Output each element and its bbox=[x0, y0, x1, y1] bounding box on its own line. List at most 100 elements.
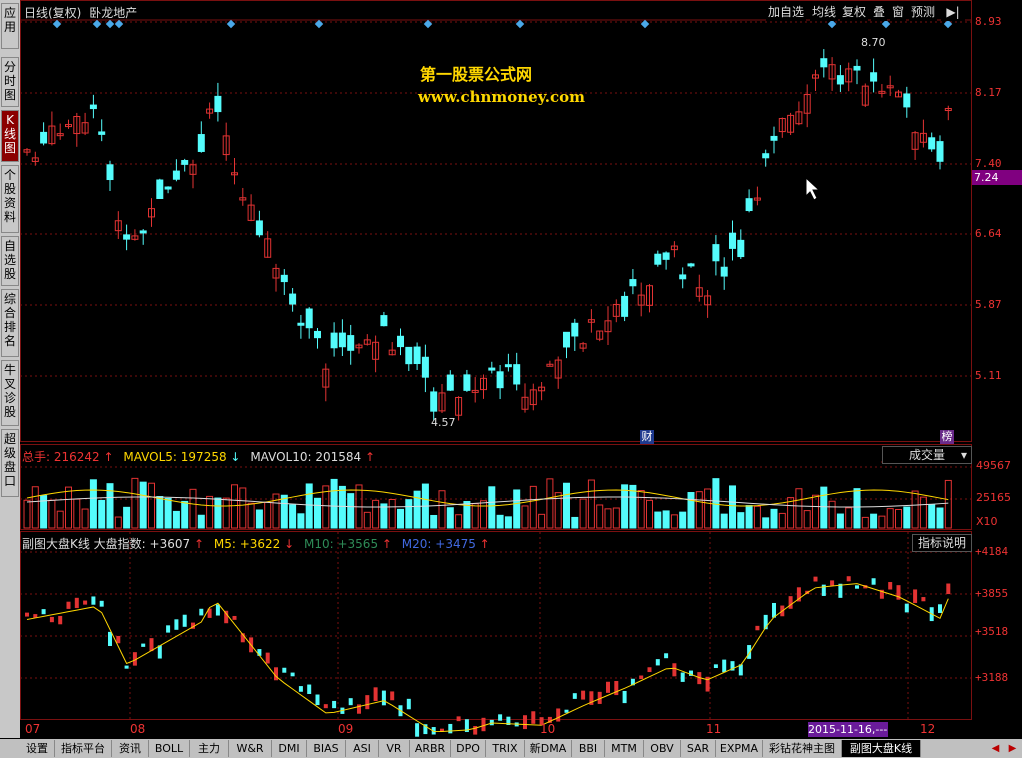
candle-body bbox=[123, 234, 131, 240]
bottom-tab-17[interactable]: SAR bbox=[681, 740, 716, 757]
volume-bar bbox=[579, 498, 587, 529]
bottom-tab-5[interactable]: W&R bbox=[229, 740, 272, 757]
index-candle bbox=[315, 694, 320, 706]
nav-tab-7[interactable]: 超级盘口 bbox=[1, 429, 19, 497]
finance-marker[interactable]: 财 bbox=[640, 430, 654, 444]
cursor-arrow-icon bbox=[805, 176, 821, 201]
chart-title: 日线(复权) 卧龙地产 bbox=[24, 4, 137, 21]
rank-marker[interactable]: 榜 bbox=[940, 430, 954, 444]
bottom-tab-4[interactable]: 主力 bbox=[190, 740, 229, 757]
candle-body bbox=[289, 293, 297, 305]
total-volume: 总手: 216242 bbox=[22, 450, 100, 464]
index-candle bbox=[381, 690, 386, 706]
candle-body bbox=[488, 367, 496, 371]
price-axis-label: 7.40 bbox=[975, 157, 1002, 170]
volume-bar bbox=[587, 479, 595, 529]
scroll-right-icon[interactable]: ▶ bbox=[1005, 741, 1020, 756]
candle-body bbox=[496, 371, 504, 389]
index-candle bbox=[921, 597, 926, 602]
diamond-marker-icon bbox=[943, 19, 953, 29]
nav-tab-3[interactable]: 个股资料 bbox=[1, 165, 19, 233]
index-candle bbox=[838, 583, 843, 598]
diamond-marker-icon bbox=[105, 19, 115, 29]
nav-tab-5[interactable]: 综合排名 bbox=[1, 289, 19, 357]
volume-bar bbox=[255, 509, 263, 529]
index-candle bbox=[846, 576, 851, 582]
index-candle bbox=[564, 709, 569, 713]
nav-tab-4[interactable]: 自选股 bbox=[1, 236, 19, 286]
volume-bar bbox=[928, 504, 936, 529]
volume-bar bbox=[280, 494, 288, 529]
index-candle bbox=[323, 704, 328, 709]
restore-button[interactable]: 复权 bbox=[840, 3, 869, 21]
arrow-right-icon[interactable]: ▶| bbox=[941, 3, 965, 21]
volume-bar bbox=[397, 508, 404, 529]
bottom-tab-14[interactable]: BBI bbox=[572, 740, 605, 757]
index-m5-line bbox=[26, 583, 949, 733]
index-candle bbox=[74, 597, 79, 609]
volume-bar bbox=[861, 516, 869, 529]
bottom-tab-15[interactable]: MTM bbox=[605, 740, 644, 757]
bottom-tab-16[interactable]: OBV bbox=[644, 740, 681, 757]
bottom-tab-6[interactable]: DMI bbox=[272, 740, 307, 757]
index-candle bbox=[813, 576, 818, 582]
volume-bar bbox=[795, 488, 803, 529]
bottom-tab-7[interactable]: BIAS bbox=[307, 740, 346, 757]
bottom-tab-12[interactable]: TRIX bbox=[486, 740, 525, 757]
nav-tab-2[interactable]: K线图 bbox=[1, 110, 19, 162]
index-candle bbox=[622, 690, 627, 704]
nav-tab-1[interactable]: 分时图 bbox=[1, 57, 19, 107]
indicator-dropdown[interactable]: 成交量 ▾ bbox=[882, 446, 972, 464]
candle-body bbox=[139, 230, 147, 234]
volume-bar bbox=[23, 499, 31, 529]
date-crosshair-label: 2015-11-16,--- bbox=[808, 722, 888, 737]
volume-bar bbox=[944, 479, 952, 529]
index-candle bbox=[182, 614, 187, 627]
index-candle bbox=[265, 652, 270, 664]
volume-bar bbox=[189, 488, 197, 529]
index-candle bbox=[149, 638, 154, 652]
bottom-tab-2[interactable]: 资讯 bbox=[112, 740, 149, 757]
diamond-marker-icon bbox=[423, 19, 433, 29]
indicator-help-button[interactable]: 指标说明 bbox=[912, 534, 972, 552]
scroll-left-icon[interactable]: ◀ bbox=[988, 741, 1003, 756]
bottom-tab-0[interactable]: 设置 bbox=[20, 740, 55, 757]
nav-tab-0[interactable]: 应用 bbox=[1, 3, 19, 49]
price-axis-label: 5.11 bbox=[975, 369, 1002, 382]
index-candle bbox=[523, 715, 527, 730]
index-candle bbox=[556, 708, 561, 722]
bottom-tab-1[interactable]: 指标平台 bbox=[55, 740, 112, 757]
volume-bar bbox=[646, 499, 653, 529]
index-candle bbox=[290, 672, 295, 677]
bottom-tab-19[interactable]: 彩钻花神主图 bbox=[763, 740, 842, 757]
nav-tab-6[interactable]: 牛叉诊股 bbox=[1, 360, 19, 426]
index-candle bbox=[904, 603, 909, 613]
bottom-tab-10[interactable]: ARBR bbox=[410, 740, 451, 757]
predict-button[interactable]: 预测 bbox=[909, 3, 938, 21]
bottom-tab-9[interactable]: VR bbox=[379, 740, 410, 757]
bottom-tab-11[interactable]: DPO bbox=[451, 740, 486, 757]
volume-bar bbox=[820, 486, 828, 529]
candle-body bbox=[397, 335, 404, 348]
bottom-tab-20[interactable]: 副图大盘K线 bbox=[842, 740, 921, 757]
index-candle bbox=[639, 675, 644, 680]
candle-body bbox=[89, 104, 97, 110]
add-favorite-button[interactable]: 加自选 bbox=[766, 3, 807, 21]
volume-unit: X10 bbox=[976, 515, 998, 528]
volume-bar bbox=[778, 512, 786, 529]
kline-chart[interactable] bbox=[20, 0, 1022, 738]
volume-bar bbox=[81, 508, 89, 529]
bottom-tab-8[interactable]: ASI bbox=[346, 740, 379, 757]
index-candle bbox=[871, 578, 876, 585]
bottom-tab-18[interactable]: EXPMA bbox=[716, 740, 763, 757]
price-axis-label: 6.64 bbox=[975, 227, 1002, 240]
date-axis-label: 10 bbox=[540, 722, 556, 736]
overlay-button[interactable]: 叠 bbox=[871, 3, 888, 21]
bottom-tab-3[interactable]: BOLL bbox=[149, 740, 190, 757]
index-candle bbox=[713, 664, 718, 669]
volume-bar bbox=[538, 513, 546, 529]
window-button[interactable]: 窗 bbox=[890, 3, 907, 21]
volume-bar bbox=[513, 489, 521, 529]
ma-button[interactable]: 均线 bbox=[810, 3, 839, 21]
bottom-tab-13[interactable]: 新DMA bbox=[525, 740, 572, 757]
